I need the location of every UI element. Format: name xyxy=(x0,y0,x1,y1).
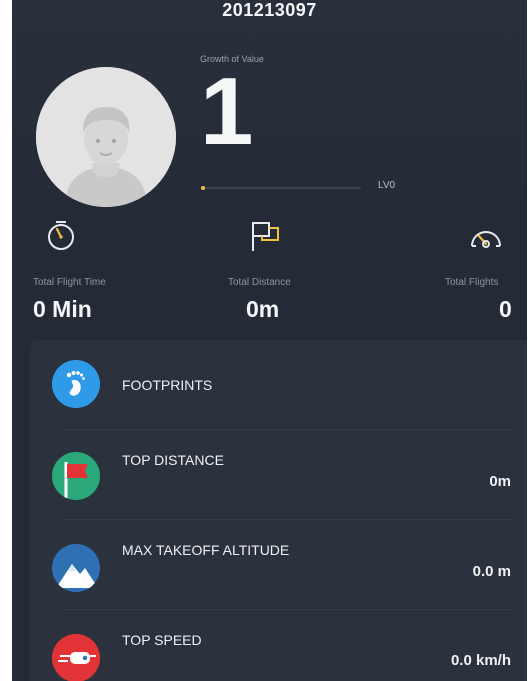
level-label: LV0 xyxy=(378,180,396,191)
total-flight-time-label: Total Flight Time xyxy=(33,277,106,288)
level-number: 1 xyxy=(200,58,254,165)
drone-speed-icon xyxy=(52,634,100,681)
total-distance-label: Total Distance xyxy=(228,277,291,288)
footprint-icon xyxy=(52,360,100,408)
flag-icon xyxy=(248,219,284,258)
top-speed-row[interactable]: TOP SPEED 0.0 km/h xyxy=(30,610,527,681)
footprints-row[interactable]: FOOTPRINTS xyxy=(30,340,527,430)
footprints-title: FOOTPRINTS xyxy=(122,377,213,393)
avatar[interactable] xyxy=(36,67,176,207)
level-progress-bar xyxy=(201,186,361,190)
total-distance-value: 0m xyxy=(246,296,280,322)
top-speed-value: 0.0 km/h xyxy=(450,652,511,669)
max-takeoff-altitude-value: 0.0 m xyxy=(472,563,511,580)
max-takeoff-altitude-row[interactable]: MAX TAKEOFF ALTITUDE 0.0 m xyxy=(30,520,527,610)
user-avatar-icon xyxy=(36,67,176,207)
total-flight-time-value: 0 Min xyxy=(33,296,92,322)
top-distance-row[interactable]: TOP DISTANCE 0m xyxy=(30,430,527,520)
speedometer-icon xyxy=(468,222,504,257)
flight-record-screen: 201213097 Growth of Value 1 LV0 Total Fl… xyxy=(12,0,527,681)
username: 201213097 xyxy=(222,0,317,20)
stopwatch-icon xyxy=(46,218,76,257)
top-distance-value: 0m xyxy=(489,473,511,490)
max-takeoff-altitude-title: MAX TAKEOFF ALTITUDE xyxy=(122,542,290,558)
top-speed-title: TOP SPEED xyxy=(122,632,202,648)
progress-fill xyxy=(201,186,205,190)
mountain-icon xyxy=(52,544,100,592)
top-distance-title: TOP DISTANCE xyxy=(122,452,224,468)
progress-track xyxy=(201,187,361,189)
total-flights-label: Total Flights xyxy=(445,277,499,288)
records-card: FOOTPRINTS TOP DISTANCE 0m MAX TAKEOFF A… xyxy=(30,340,527,681)
total-flights-value: 0 xyxy=(499,296,512,322)
red-flag-icon xyxy=(52,452,100,500)
